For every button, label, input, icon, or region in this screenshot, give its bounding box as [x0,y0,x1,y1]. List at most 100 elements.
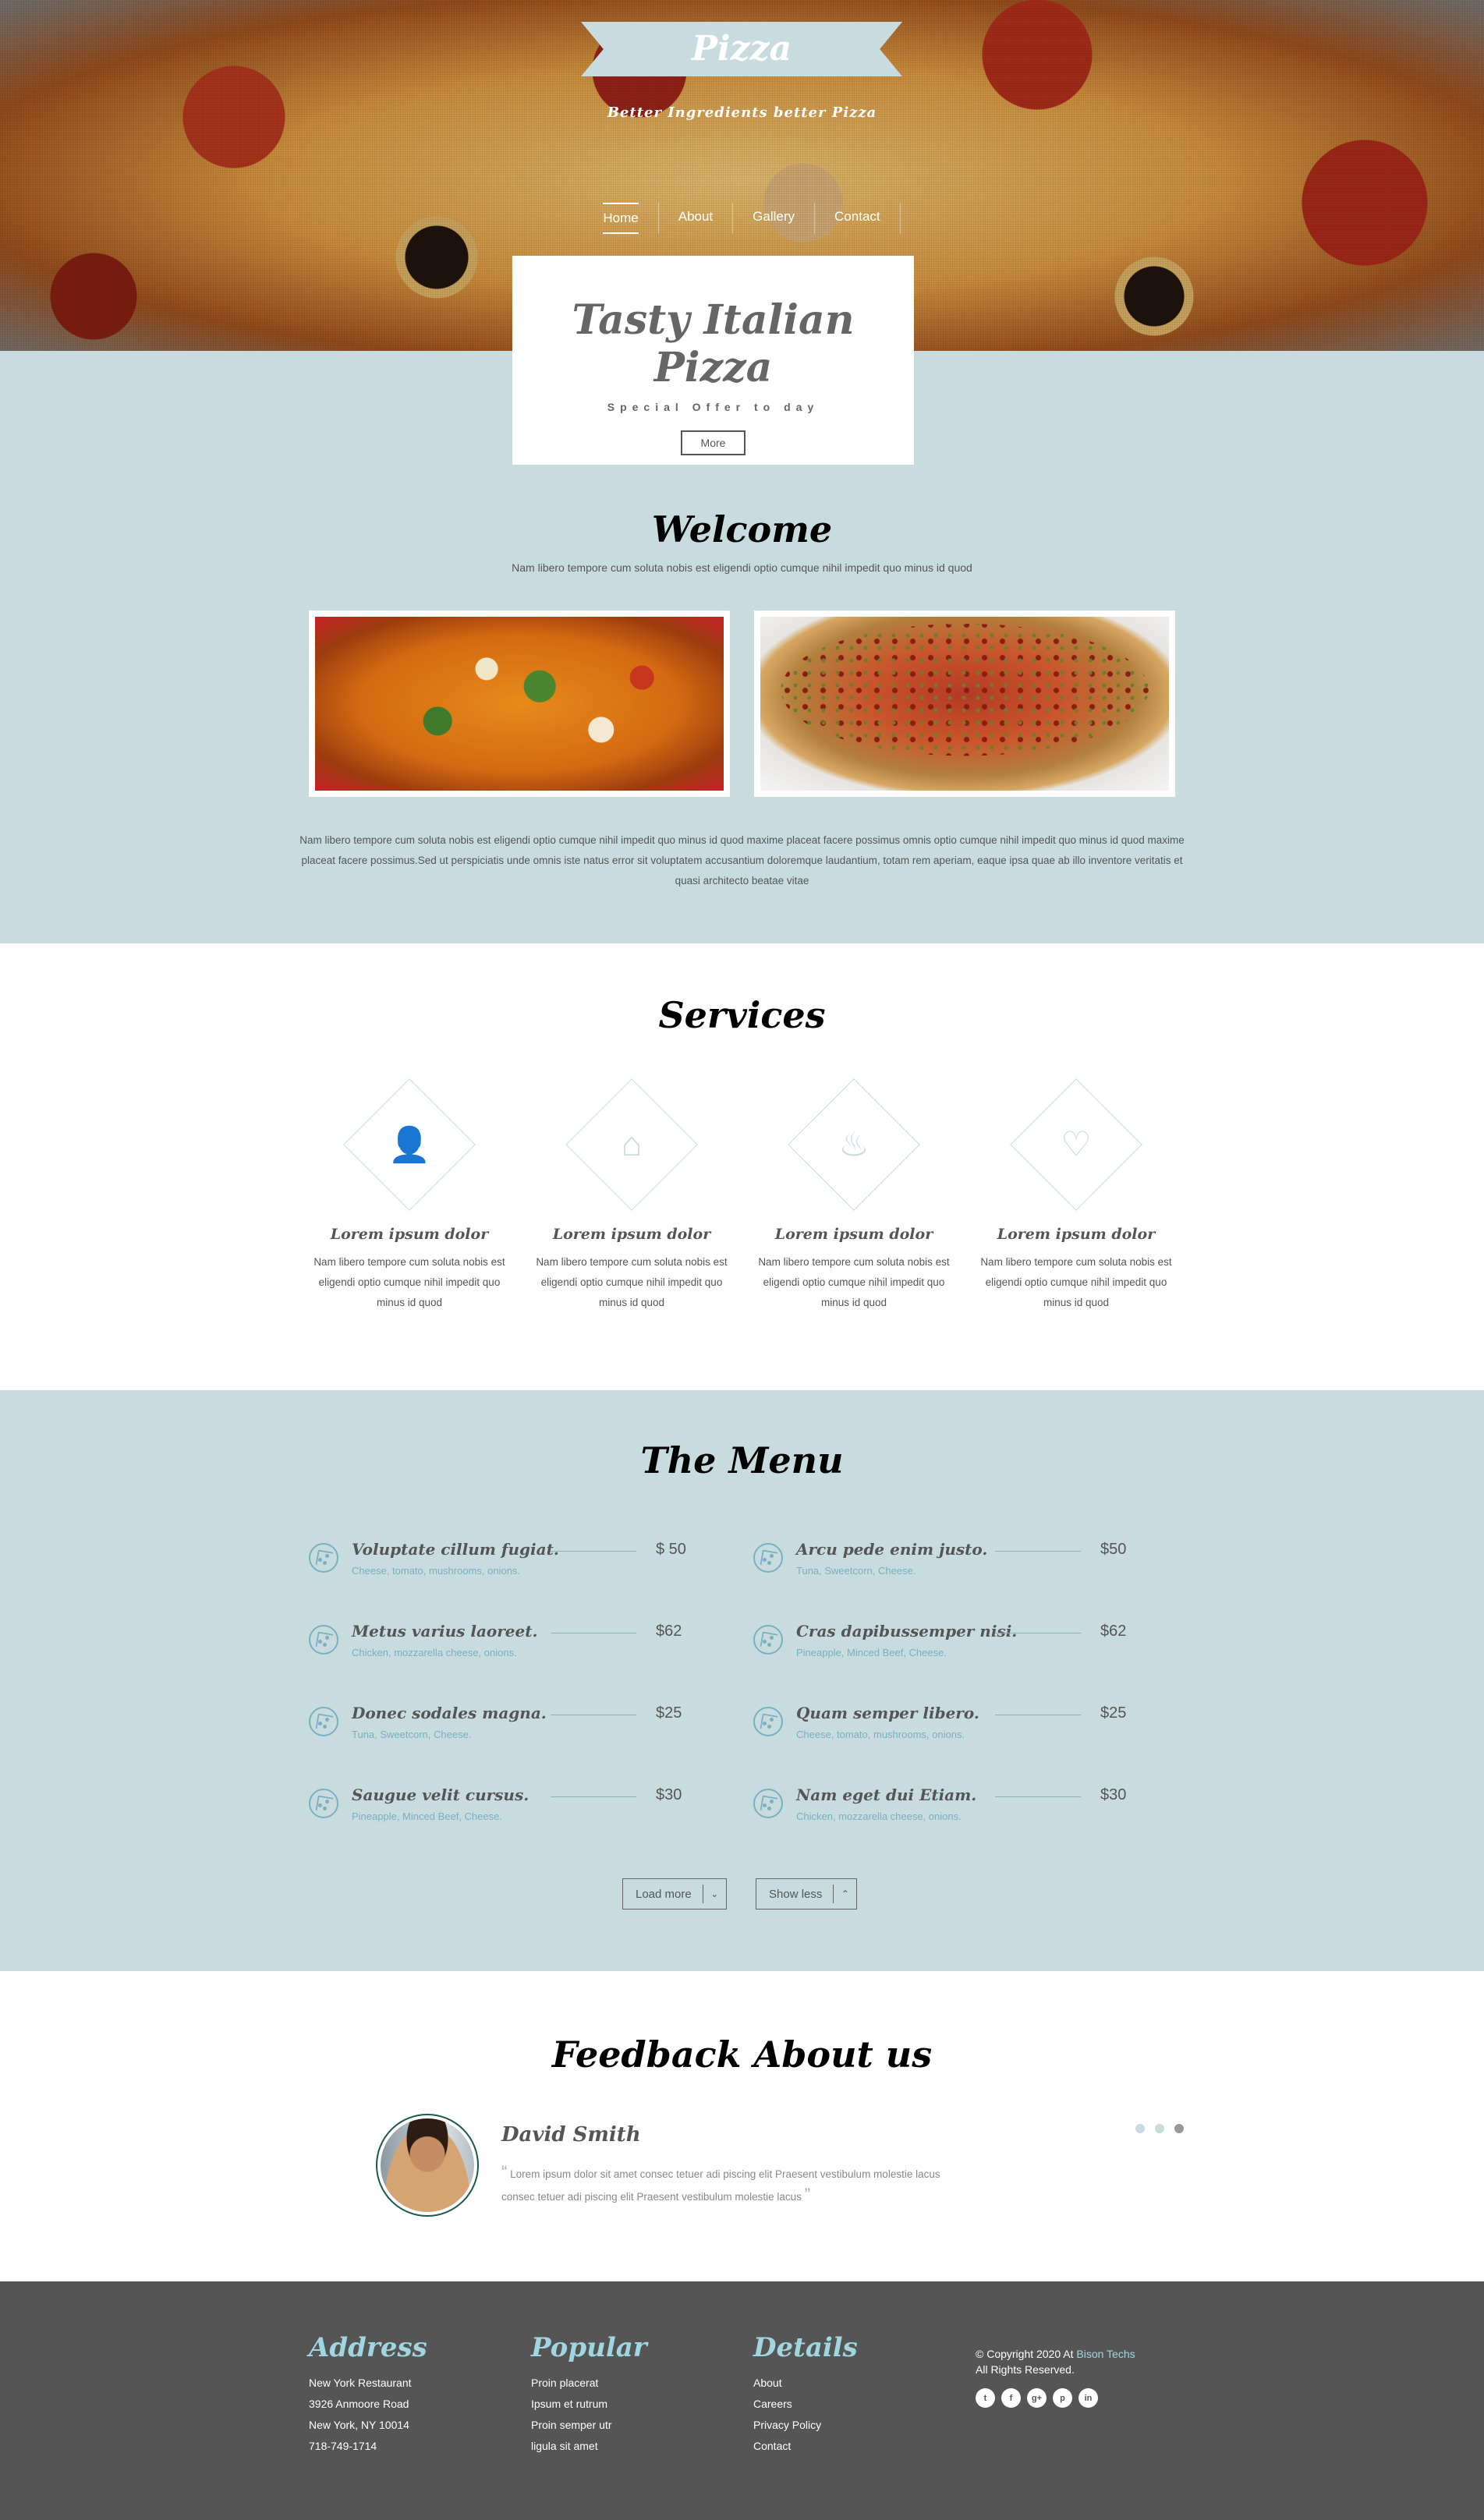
menu-item-price: $30 [1100,1786,1127,1803]
chevron-down-icon: ⌄ [702,1885,726,1903]
brand-ribbon[interactable]: Pizza [581,22,902,76]
linkedin-icon[interactable]: in [1078,2388,1098,2408]
menu-item-ingredients: Tuna, Sweetcorn, Cheese. [796,1565,916,1577]
welcome-lead: Nam libero tempore cum soluta nobis est … [512,561,972,574]
carousel-dot[interactable] [1135,2124,1145,2133]
load-more-button[interactable]: Load more ⌄ [622,1878,727,1909]
copyright-brand-link[interactable]: Bison Techs [1076,2348,1135,2360]
pizza-slice-icon [309,1543,338,1573]
service-text: Nam libero tempore cum soluta nobis est … [980,1256,1172,1308]
heart-icon: ♡ [1061,1125,1092,1164]
menu-item-name: Voluptate cillum fugiat. [352,1540,559,1559]
nav-divider [732,203,734,234]
pinterest-icon[interactable]: p [1053,2388,1072,2408]
special-offer-card: Tasty Italian Pizza Special Offer to day… [512,256,914,465]
menu-item-divider [995,1551,1081,1552]
nav-divider [814,203,816,234]
feedback-section: Feedback About us David Smith “ Lorem ip… [0,1971,1484,2281]
menu-item-name: Cras dapibussemper nisi. [796,1622,1018,1640]
twitter-icon[interactable]: t [976,2388,995,2408]
load-more-label: Load more [636,1887,692,1901]
nav-contact[interactable]: Contact [834,203,880,234]
menu-item-price: $62 [656,1623,682,1640]
details-link-about[interactable]: About [753,2373,858,2394]
menu-item-price: $25 [1100,1704,1127,1722]
address-line: New York, NY 10014 [309,2419,409,2431]
address-line: New York Restaurant [309,2377,412,2389]
menu-item-ingredients: Tuna, Sweetcorn, Cheese. [352,1729,472,1740]
nav-home[interactable]: Home [603,203,639,234]
popular-link[interactable]: Ipsum et rutrum [531,2394,647,2415]
tagline: Better Ingredients better Pizza [607,104,877,121]
nav-divider [899,203,901,234]
service-card: 👤 Lorem ipsum dolor Nam libero tempore c… [312,1078,507,1313]
service-diamond[interactable]: ♡ [1010,1078,1142,1211]
menu-item[interactable]: Voluptate cillum fugiat. Cheese, tomato,… [309,1540,730,1587]
nav-gallery[interactable]: Gallery [753,203,795,234]
footer-heading: Address [309,2332,427,2363]
popular-link[interactable]: Proin semper utr [531,2415,647,2436]
footer-popular: Popular Proin placerat Ipsum et rutrum P… [531,2332,647,2457]
menu-item-price: $50 [1100,1541,1127,1558]
menu-item[interactable]: Quam semper libero. Cheese, tomato, mush… [753,1704,1174,1750]
pizza-slice-icon [309,1625,338,1655]
welcome-title: Welcome [651,508,833,550]
service-diamond[interactable]: 👤 [343,1078,476,1211]
carousel-dot[interactable] [1155,2124,1164,2133]
pizza-image-2 [754,611,1175,797]
menu-item[interactable]: Saugue velit cursus. Pineapple, Minced B… [309,1786,730,1832]
rights-text: All Rights Reserved. [976,2363,1075,2376]
menu-item[interactable]: Arcu pede enim justo. Tuna, Sweetcorn, C… [753,1540,1174,1587]
menu-item[interactable]: Cras dapibussemper nisi. Pineapple, Minc… [753,1622,1174,1669]
social-links: t f g+ p in [976,2388,1098,2408]
pizza-slice-icon [753,1707,783,1736]
service-diamond[interactable]: ♨ [788,1078,920,1211]
menu-item-ingredients: Pineapple, Minced Beef, Cheese. [352,1810,502,1822]
footer: Address New York Restaurant 3926 Anmoore… [0,2281,1484,2520]
service-title: Lorem ipsum dolor [774,1226,933,1243]
close-quote-icon: ” [804,2185,811,2204]
details-link-careers[interactable]: Careers [753,2394,858,2415]
brand-logo[interactable]: Pizza [581,22,902,76]
copyright: © Copyright 2020 At Bison Techs All Righ… [976,2346,1135,2377]
details-link-contact[interactable]: Contact [753,2436,858,2457]
pizza-slice-icon [753,1543,783,1573]
google-plus-icon[interactable]: g+ [1027,2388,1047,2408]
service-card: ♨ Lorem ipsum dolor Nam libero tempore c… [756,1078,951,1313]
review-text: Lorem ipsum dolor sit amet consec tetuer… [501,2168,940,2203]
address-line: 3926 Anmoore Road [309,2398,409,2410]
services-section: Services 👤 Lorem ipsum dolor Nam libero … [0,943,1484,1390]
pizza-slice-icon [753,1625,783,1655]
facebook-icon[interactable]: f [1001,2388,1021,2408]
open-quote-icon: “ [501,2162,508,2182]
menu-item[interactable]: Nam eget dui Etiam. Chicken, mozzarella … [753,1786,1174,1832]
menu-section: The Menu Voluptate cillum fugiat. Cheese… [0,1390,1484,1971]
customer-photo [381,2118,474,2212]
nav-divider [657,203,659,234]
popular-link[interactable]: ligula sit amet [531,2436,647,2457]
welcome-paragraph: Nam libero tempore cum soluta nobis est … [299,834,1185,887]
menu-item-name: Saugue velit cursus. [352,1786,529,1804]
service-diamond[interactable]: ⌂ [565,1078,698,1211]
service-title: Lorem ipsum dolor [552,1226,711,1243]
menu-item[interactable]: Donec sodales magna. Tuna, Sweetcorn, Ch… [309,1704,730,1750]
nav-about[interactable]: About [678,203,713,234]
offer-title: Tasty Italian Pizza [572,296,855,391]
menu-item[interactable]: Metus varius laoreet. Chicken, mozzarell… [309,1622,730,1669]
menu-item-ingredients: Chicken, mozzarella cheese, onions. [352,1647,517,1658]
carousel-dot-active[interactable] [1174,2124,1184,2133]
footer-heading: Details [753,2332,858,2363]
details-link-privacy[interactable]: Privacy Policy [753,2415,858,2436]
pizza-image-1 [309,611,730,797]
feedback-title: Feedback About us [551,2033,933,2076]
service-title: Lorem ipsum dolor [997,1226,1156,1243]
more-button[interactable]: More [680,430,746,455]
popular-link[interactable]: Proin placerat [531,2373,647,2394]
menu-item-price: $62 [1100,1623,1127,1640]
menu-item-divider [551,1551,636,1552]
services-title: Services [658,994,826,1036]
menu-item-price: $ 50 [656,1541,686,1558]
carousel-dots [1135,2124,1184,2133]
menu-item-divider [551,1796,636,1797]
show-less-button[interactable]: Show less ⌃ [756,1878,858,1909]
